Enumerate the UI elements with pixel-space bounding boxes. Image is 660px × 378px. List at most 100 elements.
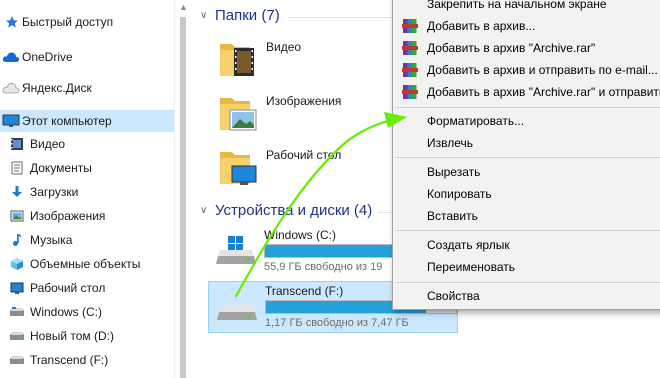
nav-label: Музыка <box>30 233 73 247</box>
nav-label: Быстрый доступ <box>22 15 114 29</box>
group-divider <box>288 17 392 18</box>
nav-label: Документы <box>30 161 92 175</box>
nav-item-drive-c[interactable]: Windows (C:) <box>0 301 174 323</box>
nav-item-quick-access[interactable]: Быстрый доступ <box>0 11 174 33</box>
nav-item-music[interactable]: Музыка <box>0 229 174 251</box>
menu-item-label: Добавить в архив... <box>427 19 536 33</box>
windows-drive-icon <box>214 236 258 268</box>
drive-icon <box>9 353 25 367</box>
menu-item-archive-and-email[interactable]: Добавить в архив и отправить по e-mail..… <box>393 59 660 81</box>
folder-desktop[interactable]: Рабочий стол <box>210 146 390 198</box>
navigation-pane: Быстрый доступ OneDrive Яндекс.Диск Этот… <box>0 0 174 378</box>
folders-group-header[interactable]: ∨ Папки (7) <box>200 7 280 24</box>
folder-video[interactable]: Видео <box>210 38 390 90</box>
drive-free-space: 1,17 ГБ свободно из 7,47 ГБ <box>265 317 409 329</box>
drive-usage-fill <box>265 245 400 257</box>
nav-item-pictures[interactable]: Изображения <box>0 205 174 227</box>
menu-item-label: Копировать <box>427 187 492 201</box>
menu-item-properties[interactable]: Свойства <box>393 285 660 307</box>
group-title: Устройства и диски (4) <box>215 202 373 219</box>
folder-pictures[interactable]: Изображения <box>210 92 390 144</box>
drive-name: Transcend (F:) <box>265 284 344 298</box>
menu-item-label: Свойства <box>427 289 480 303</box>
nav-label: Transcend (F:) <box>30 353 109 367</box>
menu-item-label: Создать ярлык <box>427 238 510 252</box>
winrar-icon <box>402 40 418 56</box>
group-title: Папки (7) <box>215 7 280 24</box>
nav-label: Windows (C:) <box>30 305 103 319</box>
desktop-folder-icon <box>218 146 258 190</box>
nav-label: Объемные объекты <box>30 257 141 271</box>
usb-drive-icon <box>215 292 259 324</box>
menu-item-label: Добавить в архив "Archive.rar" <box>427 41 596 55</box>
group-divider <box>378 212 392 213</box>
nav-label: Изображения <box>30 209 106 223</box>
folder-name: Изображения <box>266 94 342 108</box>
nav-label: Этот компьютер <box>22 114 112 128</box>
pictures-icon <box>10 209 24 223</box>
menu-item-format[interactable]: Форматировать... <box>393 110 660 132</box>
nav-label: Рабочий стол <box>30 281 106 295</box>
computer-icon <box>2 114 20 128</box>
scroll-up-icon[interactable]: ▲ <box>179 2 188 12</box>
folder-name: Видео <box>266 40 302 54</box>
drive-icon <box>9 329 25 343</box>
context-menu: Закрепить на начальном экране Добавить в… <box>392 0 660 310</box>
pictures-folder-icon <box>218 92 258 136</box>
cloud-icon <box>2 50 20 64</box>
menu-item-label: Извлечь <box>427 136 474 150</box>
nav-item-3d-objects[interactable]: Объемные объекты <box>0 253 174 275</box>
menu-item-rename[interactable]: Переименовать <box>393 256 660 278</box>
menu-item-label: Переименовать <box>427 260 515 274</box>
menu-item-pin-start[interactable]: Закрепить на начальном экране <box>393 0 660 15</box>
menu-item-archive-rar-and-email[interactable]: Добавить в архив "Archive.rar" и отправи… <box>393 81 660 103</box>
menu-item-eject[interactable]: Извлечь <box>393 132 660 154</box>
menu-separator <box>395 107 660 108</box>
star-icon <box>5 15 19 29</box>
menu-item-copy[interactable]: Копировать <box>393 183 660 205</box>
drive-name: Windows (C:) <box>264 228 337 242</box>
download-icon <box>10 185 24 199</box>
menu-item-label: Закрепить на начальном экране <box>427 0 607 11</box>
menu-separator <box>395 230 660 231</box>
folder-name: Рабочий стол <box>266 148 342 162</box>
yandex-disk-icon <box>2 81 20 95</box>
nav-item-desktop[interactable]: Рабочий стол <box>0 277 174 299</box>
documents-icon <box>10 161 24 175</box>
winrar-icon <box>402 84 418 100</box>
menu-item-paste[interactable]: Вставить <box>393 205 660 227</box>
menu-item-add-to-archive-rar[interactable]: Добавить в архив "Archive.rar" <box>393 37 660 59</box>
drive-icon <box>9 305 25 319</box>
nav-label: Яндекс.Диск <box>22 81 92 95</box>
menu-separator <box>395 157 660 158</box>
music-icon <box>10 233 24 247</box>
menu-separator <box>395 282 660 283</box>
menu-item-cut[interactable]: Вырезать <box>393 161 660 183</box>
winrar-icon <box>402 18 418 34</box>
menu-item-create-shortcut[interactable]: Создать ярлык <box>393 234 660 256</box>
menu-item-add-to-archive[interactable]: Добавить в архив... <box>393 15 660 37</box>
nav-item-onedrive[interactable]: OneDrive <box>0 46 174 68</box>
nav-item-this-pc[interactable]: Этот компьютер <box>0 110 174 132</box>
drive-free-space: 55,9 ГБ свободно из 19 <box>264 261 383 273</box>
menu-item-label: Вставить <box>427 209 478 223</box>
menu-item-label: Добавить в архив и отправить по e-mail..… <box>427 63 658 77</box>
chevron-down-icon[interactable]: ∨ <box>200 205 212 216</box>
nav-scrollbar[interactable]: ▲ <box>174 0 192 378</box>
nav-item-drive-f[interactable]: Transcend (F:) <box>0 349 174 371</box>
drives-group-header[interactable]: ∨ Устройства и диски (4) <box>200 202 372 219</box>
3d-objects-icon <box>10 257 24 271</box>
nav-item-drive-d[interactable]: Новый том (D:) <box>0 325 174 347</box>
chevron-down-icon[interactable]: ∨ <box>200 10 212 21</box>
nav-item-documents[interactable]: Документы <box>0 157 174 179</box>
nav-label: Загрузки <box>30 185 79 199</box>
winrar-icon <box>402 62 418 78</box>
nav-label: OneDrive <box>22 50 73 64</box>
video-icon <box>10 137 24 151</box>
nav-label: Новый том (D:) <box>30 329 114 343</box>
nav-item-yandex-disk[interactable]: Яндекс.Диск <box>0 77 174 99</box>
scrollbar-thumb[interactable] <box>180 17 186 378</box>
nav-item-video[interactable]: Видео <box>0 133 174 155</box>
desktop-icon <box>10 281 24 295</box>
nav-item-downloads[interactable]: Загрузки <box>0 181 174 203</box>
